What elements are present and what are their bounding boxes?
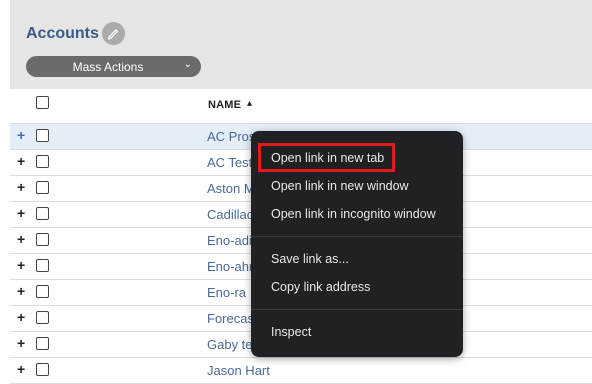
account-name-link[interactable]: Eno-adi	[207, 233, 252, 248]
menu-separator	[251, 236, 463, 237]
expand-icon[interactable]: +	[17, 128, 25, 142]
row-checkbox[interactable]	[36, 311, 49, 324]
expand-icon[interactable]: +	[17, 180, 25, 194]
menu-item-inspect[interactable]: Inspect	[271, 325, 311, 339]
account-name-link[interactable]: AC Pros	[207, 129, 255, 144]
row-checkbox[interactable]	[36, 155, 49, 168]
select-all-checkbox[interactable]	[36, 96, 49, 109]
expand-icon[interactable]: +	[17, 258, 25, 272]
menu-item-copy-link[interactable]: Copy link address	[271, 280, 370, 294]
highlight-annotation-box	[258, 143, 395, 172]
expand-icon[interactable]: +	[17, 284, 25, 298]
account-name-link[interactable]: Aston M	[207, 181, 255, 196]
chevron-down-icon: ⌄	[183, 59, 192, 70]
page-header: Accounts Mass Actions ⌄	[10, 0, 592, 89]
expand-icon[interactable]: +	[17, 206, 25, 220]
account-name-link[interactable]: Gaby te	[207, 337, 253, 352]
row-checkbox[interactable]	[36, 363, 49, 376]
menu-item-open-new-window[interactable]: Open link in new window	[271, 179, 409, 193]
expand-icon[interactable]: +	[17, 232, 25, 246]
mass-actions-label: Mass Actions	[72, 60, 144, 74]
menu-item-open-incognito[interactable]: Open link in incognito window	[271, 207, 436, 221]
row-checkbox[interactable]	[36, 129, 49, 142]
row-checkbox[interactable]	[36, 207, 49, 220]
pencil-icon	[107, 29, 119, 40]
account-name-link[interactable]: AC Test	[207, 155, 252, 170]
account-name-link[interactable]: Cadillac	[207, 207, 253, 222]
account-name-link[interactable]: Forecas	[207, 311, 254, 326]
account-name-link[interactable]: Eno-ra	[207, 285, 246, 300]
expand-icon[interactable]: +	[17, 310, 25, 324]
row-checkbox[interactable]	[36, 285, 49, 298]
expand-icon[interactable]: +	[17, 362, 25, 376]
account-name-link[interactable]: Eno-ahr	[207, 259, 253, 274]
row-checkbox[interactable]	[36, 337, 49, 350]
expand-icon[interactable]: +	[17, 154, 25, 168]
menu-separator	[251, 309, 463, 310]
row-checkbox[interactable]	[36, 259, 49, 272]
page-title: Accounts	[26, 25, 99, 42]
row-checkbox[interactable]	[36, 181, 49, 194]
sort-icon[interactable]: ▴	[247, 98, 252, 109]
left-gutter	[0, 0, 10, 368]
menu-item-save-link[interactable]: Save link as...	[271, 252, 349, 266]
mass-actions-button[interactable]: Mass Actions ⌄	[26, 56, 201, 77]
column-header-name[interactable]: NAME	[208, 99, 241, 111]
table-header: NAME ▴	[10, 89, 592, 124]
expand-icon[interactable]: +	[17, 336, 25, 350]
account-name-link[interactable]: Jason Hart	[207, 363, 270, 378]
edit-title-button[interactable]	[102, 22, 125, 45]
row-checkbox[interactable]	[36, 233, 49, 246]
table-row: + Jason Hart	[10, 358, 592, 384]
